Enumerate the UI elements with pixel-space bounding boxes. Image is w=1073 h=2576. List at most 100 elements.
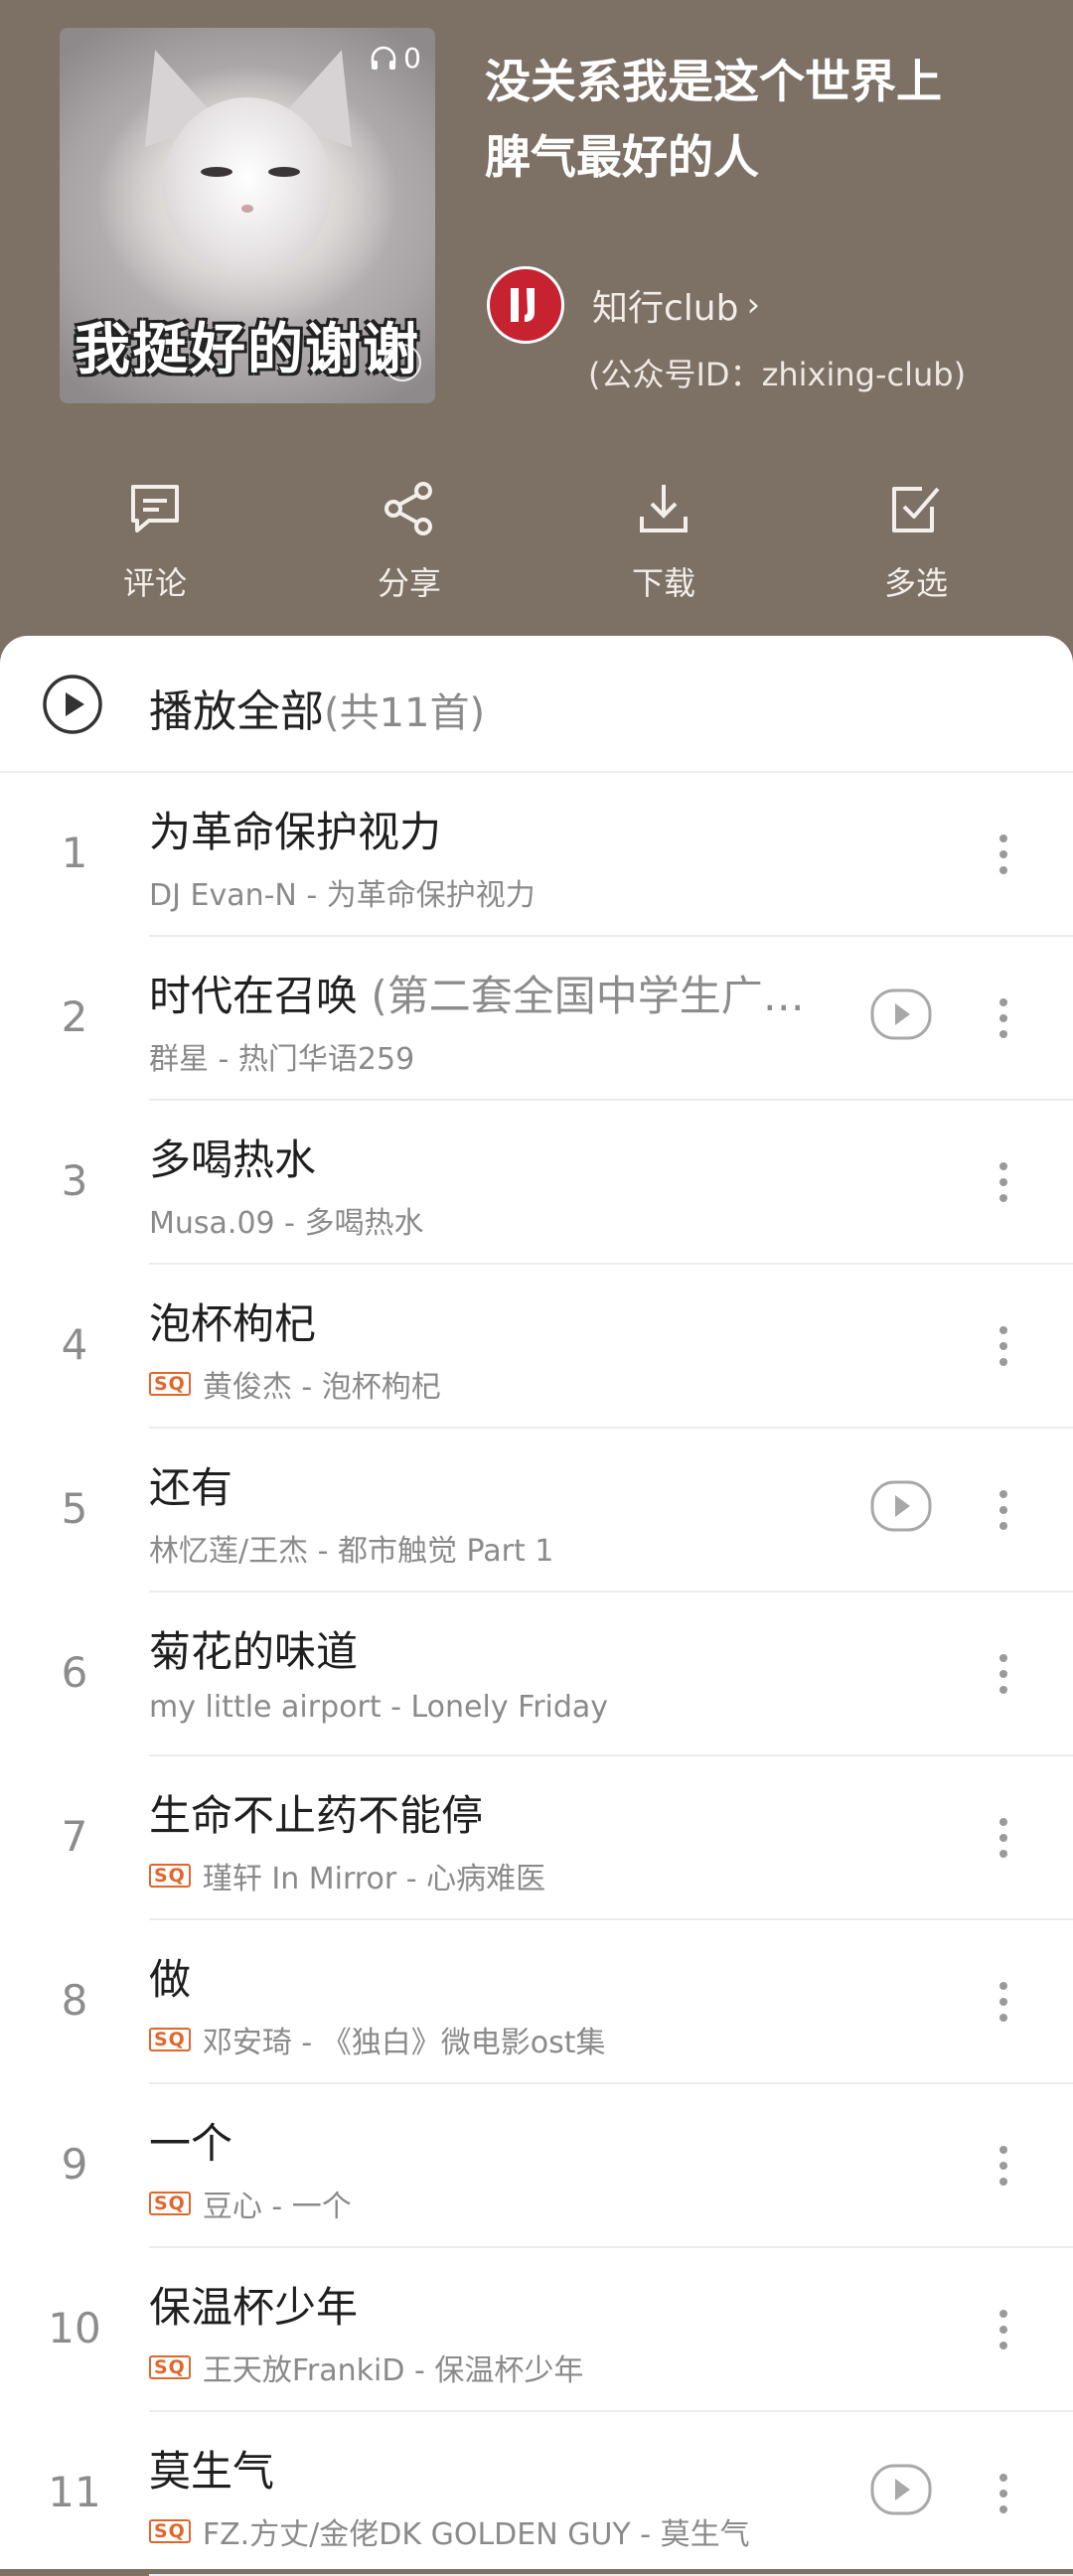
- more-dot: [999, 998, 1007, 1006]
- song-row[interactable]: 1 为革命保护视力 DJ Evan-N - 为革命保护视力: [0, 771, 1073, 937]
- more-vertical-icon[interactable]: [984, 990, 1023, 1046]
- song-title-text: 保温杯少年: [149, 2283, 359, 2332]
- mv-play-button[interactable]: [870, 2462, 932, 2521]
- mv-play-button[interactable]: [870, 986, 932, 1046]
- more-vertical-icon[interactable]: [984, 1154, 1023, 1210]
- download-icon: [640, 485, 688, 532]
- cover-cat-eye-left: [201, 167, 232, 177]
- sq-badge: SQ: [149, 1372, 191, 1396]
- song-title-text: 菊花的味道: [149, 1627, 359, 1676]
- song-content: 还有林忆莲/王杰 - 都市触觉 Part 1: [149, 1427, 1073, 1592]
- more-dot: [999, 1850, 1007, 1858]
- more-dot: [999, 1358, 1007, 1366]
- song-index: 10: [48, 2304, 101, 2352]
- song-row[interactable]: 8 做 SQ 邓安琦 - 《独白》微电影ost集: [0, 1918, 1073, 2084]
- more-vertical-icon[interactable]: [984, 1482, 1023, 1538]
- more-vertical-icon[interactable]: [984, 1974, 1023, 2030]
- song-index: 6: [61, 1648, 88, 1697]
- playlist-cover[interactable]: 0 我挺好的谢谢: [60, 28, 435, 403]
- cover-caption: 我挺好的谢谢: [75, 318, 420, 382]
- song-title-text: 还有: [149, 1463, 233, 1512]
- cover-info-icon[interactable]: [383, 344, 421, 381]
- song-title: 莫生气: [149, 2438, 274, 2499]
- more-vertical-icon[interactable]: [984, 2302, 1023, 2357]
- song-row[interactable]: 7 生命不止药不能停 SQ 瑾轩 In Mirror - 心病难医: [0, 1754, 1073, 1920]
- more-vertical-icon[interactable]: [984, 1646, 1023, 1702]
- song-row[interactable]: 10 保温杯少年 SQ 王天放FrankiD - 保温杯少年: [0, 2246, 1073, 2412]
- more-dot: [999, 1834, 1007, 1842]
- more-dot: [999, 1014, 1007, 1022]
- cover-cat-face: [163, 97, 332, 276]
- more-dot: [999, 1326, 1007, 1334]
- checkbox-icon: [892, 487, 940, 532]
- song-row[interactable]: 11 莫生气 SQ FZ.方丈/金佬DK GOLDEN GUY - 莫生气: [0, 2410, 1073, 2576]
- multiselect-button[interactable]: 多选: [837, 473, 996, 604]
- song-content: 泡杯枸杞 SQ 黄俊杰 - 泡杯枸杞: [149, 1263, 1073, 1429]
- mv-play-button[interactable]: [870, 1478, 932, 1538]
- mv-play-icon: [870, 2464, 932, 2515]
- comment-label: 评论: [122, 564, 187, 602]
- sq-badge: SQ: [149, 2028, 191, 2051]
- playlist-title-line1: 没关系我是这个世界上: [485, 55, 942, 108]
- song-title: 保温杯少年: [149, 2274, 358, 2335]
- creator-link[interactable]: 知行club ›: [487, 266, 760, 344]
- song-title: 一个: [149, 2110, 232, 2171]
- song-title-text: 时代在召唤: [149, 972, 359, 1020]
- sq-badge: SQ: [149, 1864, 191, 1888]
- cover-cat-nose: [241, 205, 253, 213]
- more-dot: [999, 1178, 1007, 1186]
- song-row[interactable]: 5 还有 林忆莲/王杰 - 都市触觉 Part 1: [0, 1427, 1073, 1592]
- play-all-button[interactable]: 播放全部(共11首): [0, 636, 1073, 773]
- song-title-text: 生命不止药不能停: [149, 1791, 484, 1840]
- song-content: 保温杯少年 SQ 王天放FrankiD - 保温杯少年: [149, 2246, 1073, 2412]
- song-title-subtitle: (第二套全国中学生广…: [358, 972, 805, 1020]
- chevron-right-icon: ›: [746, 285, 761, 325]
- sq-badge: SQ: [149, 2192, 191, 2215]
- song-artist-album: 群星 - 热门华语259: [149, 1042, 415, 1077]
- download-button[interactable]: 下载: [584, 473, 743, 604]
- more-vertical-icon[interactable]: [984, 2466, 1023, 2521]
- more-dot: [999, 2310, 1007, 2318]
- song-index: 3: [61, 1156, 88, 1205]
- song-row[interactable]: 9 一个 SQ 豆心 - 一个: [0, 2082, 1073, 2248]
- mv-play-icon: [870, 988, 932, 1040]
- song-title: 做: [149, 1946, 191, 2007]
- playlist-title: 没关系我是这个世界上 脾气最好的人: [485, 44, 1041, 195]
- song-content: 做 SQ 邓安琦 - 《独白》微电影ost集: [149, 1918, 1073, 2084]
- song-row[interactable]: 2 时代在召唤 (第二套全国中学生广… 群星 - 热门华语259: [0, 935, 1073, 1101]
- play-count: 0: [370, 42, 421, 75]
- playlist-title-line2: 脾气最好的人: [485, 130, 759, 184]
- creator-name[interactable]: 知行club: [592, 279, 738, 331]
- song-info: SQ 邓安琦 - 《独白》微电影ost集: [149, 2018, 606, 2061]
- more-dot: [999, 2342, 1007, 2349]
- sq-badge: SQ: [149, 2519, 191, 2543]
- more-dot: [999, 1030, 1007, 1038]
- download-label: 下载: [631, 564, 695, 602]
- song-title: 为革命保护视力: [149, 799, 441, 859]
- song-title-text: 莫生气: [149, 2447, 275, 2496]
- creator-avatar[interactable]: [487, 266, 564, 344]
- more-vertical-icon[interactable]: [984, 1318, 1023, 1374]
- more-dot: [999, 2326, 1007, 2334]
- song-row[interactable]: 4 泡杯枸杞 SQ 黄俊杰 - 泡杯枸杞: [0, 1263, 1073, 1429]
- cover-cat-eye-right: [268, 167, 300, 177]
- more-vertical-icon[interactable]: [984, 827, 1023, 882]
- song-content: 多喝热水 Musa.09 - 多喝热水: [149, 1099, 1073, 1265]
- song-info: SQ 瑾轩 In Mirror - 心病难医: [149, 1854, 545, 1897]
- song-title: 生命不止药不能停: [149, 1782, 483, 1843]
- song-info: DJ Evan-N - 为革命保护视力: [149, 870, 536, 914]
- song-row[interactable]: 3 多喝热水 Musa.09 - 多喝热水: [0, 1099, 1073, 1265]
- song-row[interactable]: 6 菊花的味道 my little airport - Lonely Friday: [0, 1591, 1073, 1756]
- more-vertical-icon[interactable]: [984, 2138, 1023, 2194]
- song-info: SQ 王天放FrankiD - 保温杯少年: [149, 2346, 583, 2389]
- song-list-panel: 播放全部(共11首) 1 为革命保护视力 DJ Evan-N - 为革命保护视力 2 时…: [0, 636, 1073, 2576]
- play-circle-icon: [43, 675, 102, 734]
- comment-button[interactable]: 评论: [76, 473, 234, 604]
- song-index: 11: [48, 2468, 101, 2516]
- song-index: 9: [61, 2140, 88, 2189]
- more-vertical-icon[interactable]: [984, 1810, 1023, 1866]
- share-button[interactable]: 分享: [330, 473, 489, 604]
- song-info: 林忆莲/王杰 - 都市触觉 Part 1: [149, 1526, 553, 1570]
- play-all-text: 播放全部(共11首): [149, 676, 485, 739]
- song-artist-album: 黄俊杰 - 泡杯枸杞: [202, 1370, 441, 1405]
